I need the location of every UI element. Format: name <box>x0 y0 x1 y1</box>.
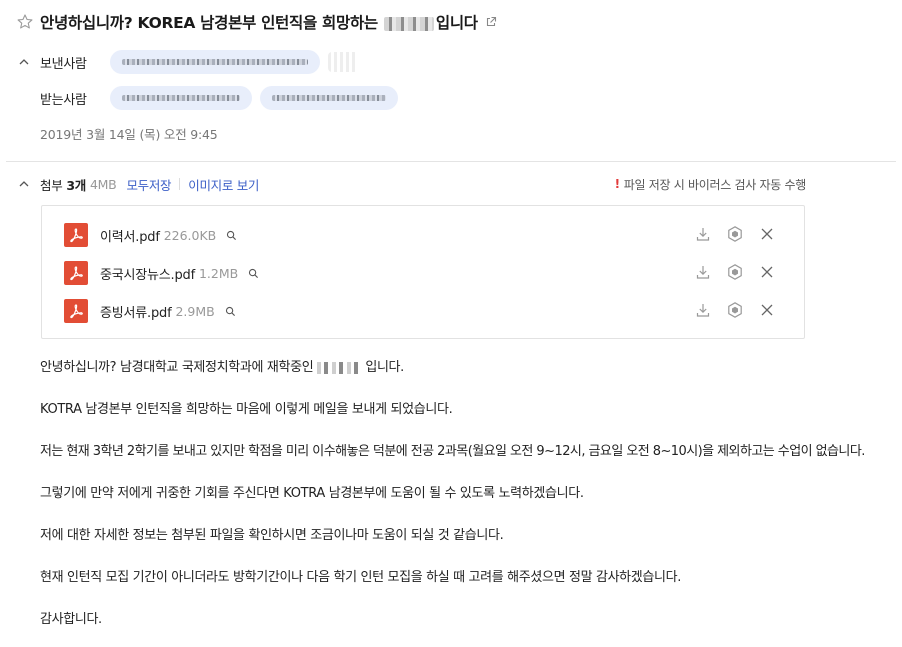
view-as-image-button[interactable]: 이미지로 보기 <box>188 175 259 194</box>
attachment-item[interactable]: 증빙서류.pdf 2.9MB <box>64 298 792 324</box>
attachment-item[interactable]: 이력서.pdf 226.0KB <box>64 222 792 248</box>
save-all-button[interactable]: 모두저장 <box>126 175 171 194</box>
receiver-label: 받는사람 <box>40 92 87 108</box>
body-paragraph: KOTRA 남경본부 인턴직을 희망하는 마음에 이렇게 메일을 보내게 되었습… <box>40 402 453 417</box>
chevron-up-icon[interactable] <box>18 56 30 68</box>
subject-text-before: 안녕하십니까? KOREA 남경본부 인턴직을 희망하는 <box>40 14 378 32</box>
mail-body: 안녕하십니까? 남경대학교 국제정치학과에 재학중인 입니다. KOTRA 남경본… <box>40 358 896 647</box>
attachments-total-size: 4MB <box>90 176 117 192</box>
hexagon-save-icon[interactable] <box>726 225 744 243</box>
body-text: 안녕하십니까? 남경대학교 국제정치학과에 재학중인 <box>40 360 314 375</box>
magnifier-icon[interactable] <box>226 230 237 241</box>
receiver-row: 받는사람 <box>18 84 406 112</box>
download-icon[interactable] <box>694 225 712 243</box>
pdf-file-icon <box>64 261 88 285</box>
close-icon[interactable] <box>758 263 776 281</box>
magnifier-icon[interactable] <box>225 306 236 317</box>
attachment-item[interactable]: 중국시장뉴스.pdf 1.2MB <box>64 260 792 286</box>
mail-subject-row: 안녕하십니까? KOREA 남경본부 인턴직을 희망하는 입니다 <box>16 10 497 34</box>
sender-address-chip[interactable] <box>110 50 320 74</box>
magnifier-icon[interactable] <box>248 268 259 279</box>
pdf-file-icon <box>64 223 88 247</box>
hexagon-save-icon[interactable] <box>726 263 744 281</box>
redacted-sender-name <box>383 16 434 31</box>
warning-icon: ! <box>614 177 620 191</box>
external-link-icon[interactable] <box>485 16 497 28</box>
body-paragraph: 저에 대한 자세한 정보는 첨부된 파일을 확인하시면 조금이나마 도움이 되실… <box>40 528 504 543</box>
mail-subject: 안녕하십니까? KOREA 남경본부 인턴직을 희망하는 입니다 <box>40 11 478 33</box>
receiver-address-chip[interactable] <box>260 86 398 110</box>
sender-extra-redacted <box>328 52 358 72</box>
virus-scan-note-text: 파일 저장 시 바이러스 검사 자동 수행 <box>623 177 807 192</box>
download-icon[interactable] <box>694 263 712 281</box>
sender-label: 보낸사람 <box>40 56 87 72</box>
download-icon[interactable] <box>694 301 712 319</box>
star-outline-icon[interactable] <box>16 13 34 31</box>
virus-scan-note: ! 파일 저장 시 바이러스 검사 자동 수행 <box>614 173 807 195</box>
hexagon-save-icon[interactable] <box>726 301 744 319</box>
pdf-file-icon <box>64 299 88 323</box>
attachment-name[interactable]: 중국시장뉴스.pdf <box>100 264 195 283</box>
body-paragraph: 그렇기에 만약 저에게 귀중한 기회를 주신다면 KOTRA 남경본부에 도움이… <box>40 486 584 501</box>
close-icon[interactable] <box>758 225 776 243</box>
attachments-count: 3개 <box>66 177 87 193</box>
attachment-name[interactable]: 이력서.pdf <box>100 226 160 245</box>
body-text: 입니다. <box>365 360 404 375</box>
body-paragraph: 저는 현재 3학년 2학기를 보내고 있지만 학점을 미리 이수해놓은 덕분에 … <box>40 444 865 459</box>
attachments-title: 첨부 <box>40 177 63 193</box>
sender-row: 보낸사람 <box>18 48 358 76</box>
mail-date: 2019년 3월 14일 (목) 오전 9:45 <box>40 127 218 142</box>
redacted-name <box>317 361 362 374</box>
subject-text-after: 입니다 <box>435 14 478 32</box>
body-paragraph: 안녕하십니까? 남경대학교 국제정치학과에 재학중인 입니다. <box>40 358 896 400</box>
body-paragraph: 현재 인턴직 모집 기간이 아니더라도 방학기간이나 다음 학기 인턴 모집을 … <box>40 570 682 585</box>
chevron-up-icon[interactable] <box>18 178 30 190</box>
separator <box>179 178 181 190</box>
close-icon[interactable] <box>758 301 776 319</box>
attachment-size: 1.2MB <box>198 265 239 281</box>
receiver-address-chip[interactable] <box>110 86 252 110</box>
attachment-size: 2.9MB <box>175 303 215 319</box>
body-paragraph: 감사합니다. <box>40 612 102 627</box>
header-divider <box>6 161 896 162</box>
attachment-size: 226.0KB <box>163 227 217 243</box>
attachment-name[interactable]: 증빙서류.pdf <box>100 302 172 321</box>
attachments-list: 이력서.pdf 226.0KB 중국시장뉴스.pdf 1.2MB 증빙서류.pd… <box>41 205 805 339</box>
